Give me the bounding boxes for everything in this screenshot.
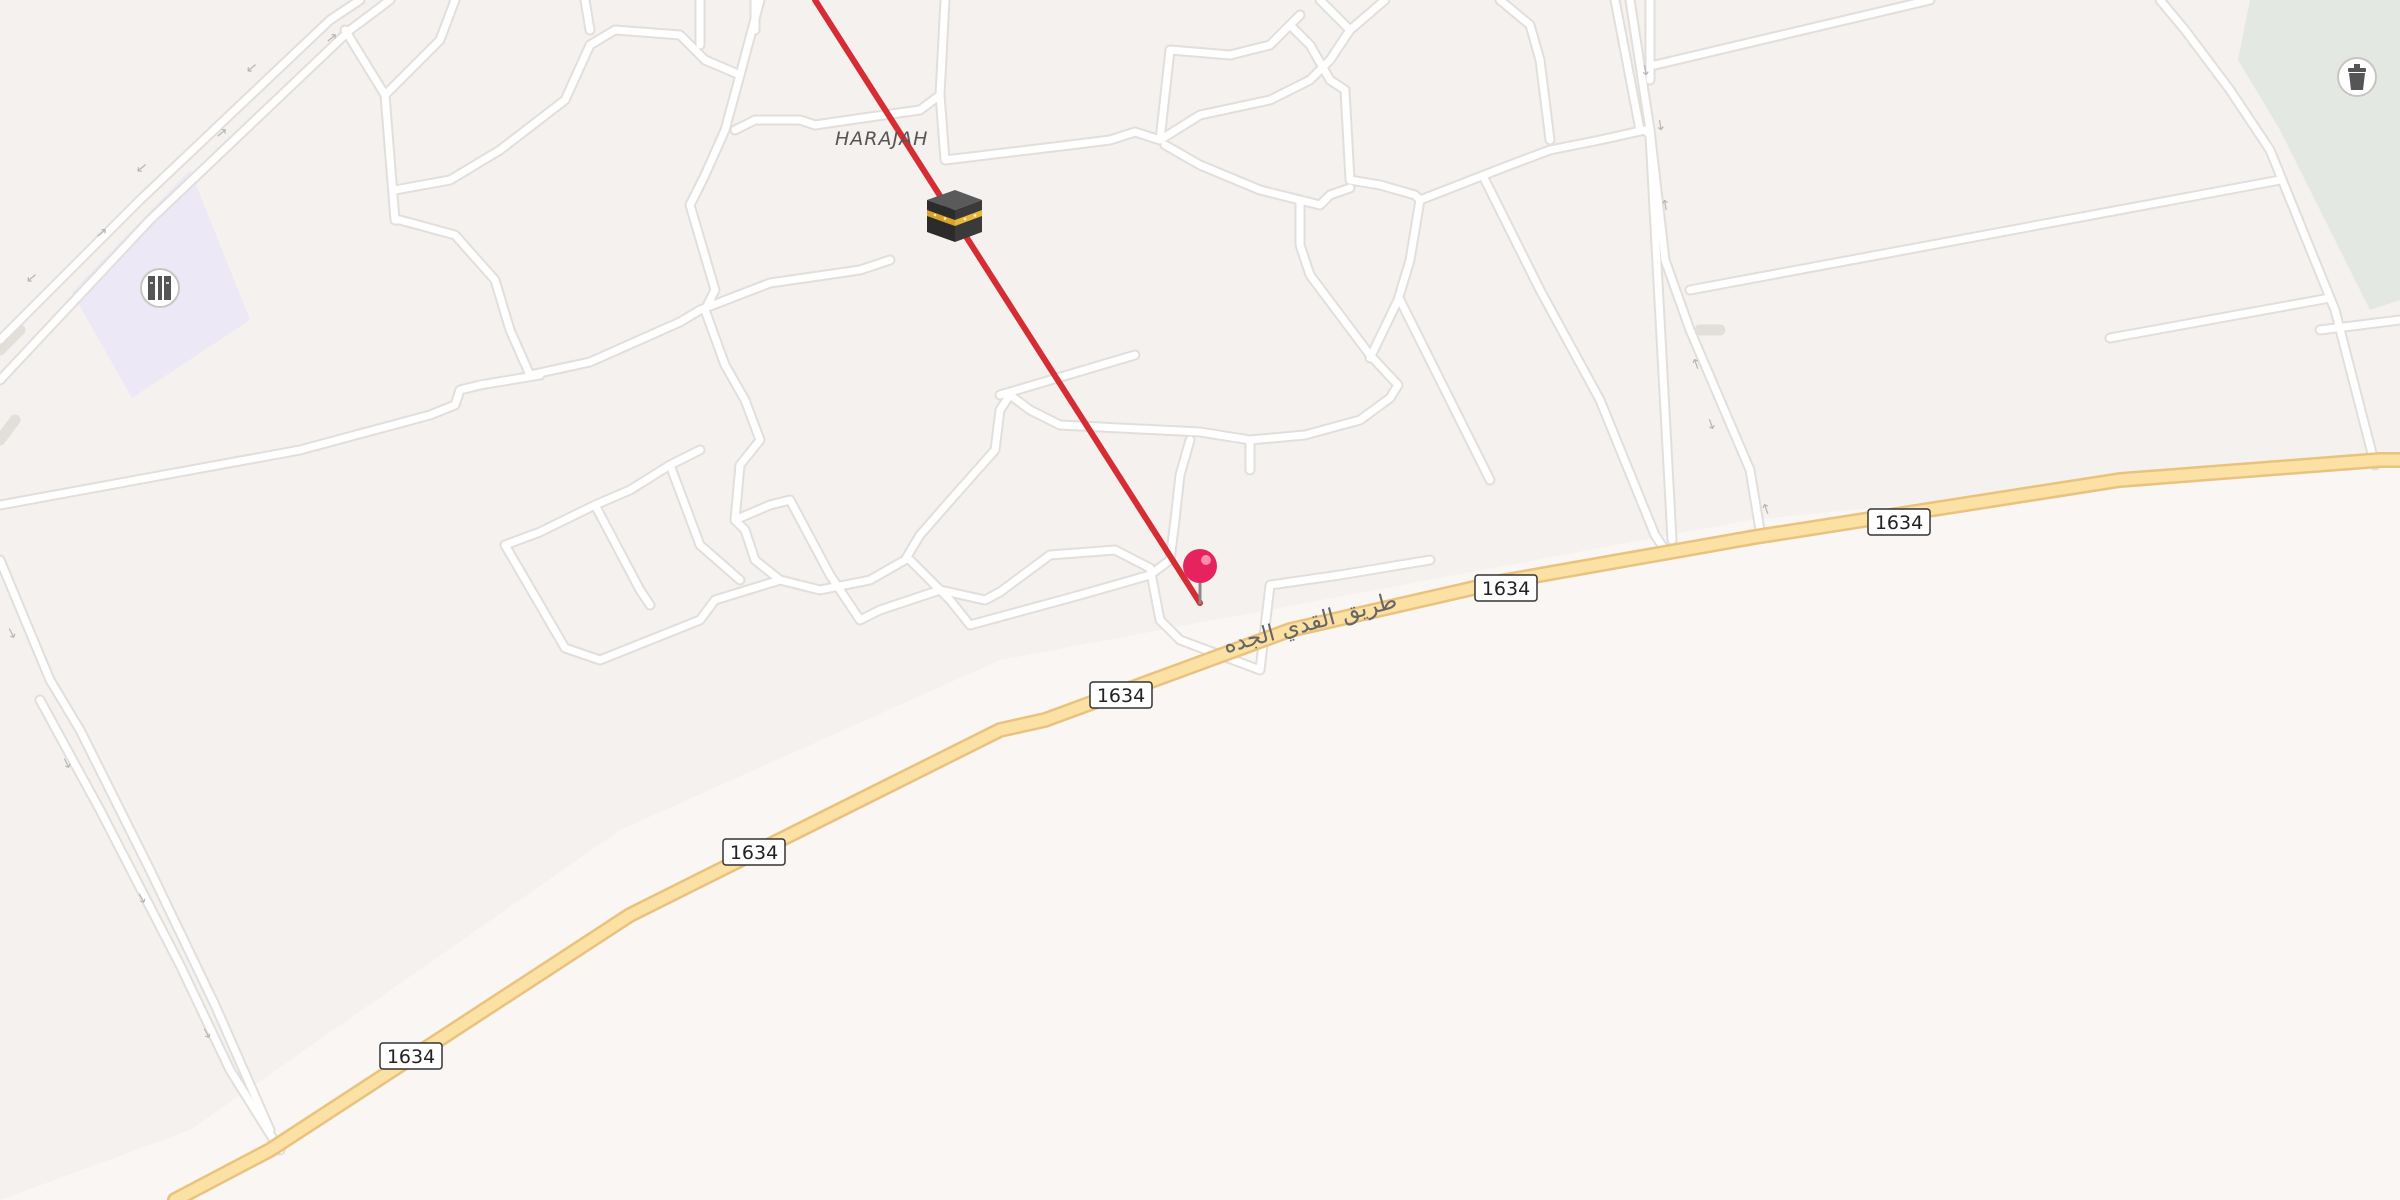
svg-text:1634: 1634 <box>387 1046 435 1068</box>
kaaba-icon[interactable] <box>927 190 982 242</box>
svg-text:1634: 1634 <box>1482 578 1530 600</box>
svg-text:1634: 1634 <box>1875 512 1923 534</box>
place-label[interactable]: HARAJAH <box>835 128 928 150</box>
library-icon[interactable] <box>140 268 180 308</box>
svg-text:1634: 1634 <box>730 842 778 864</box>
svg-text:1634: 1634 <box>1097 685 1145 707</box>
map-canvas[interactable]: ← ← ← → → → → ← → ← → ← → → → → 1634 163… <box>0 0 2400 1200</box>
waste-basket-icon[interactable] <box>2337 57 2377 97</box>
route-shield[interactable]: 1634 <box>1474 574 1538 602</box>
route-shield[interactable]: 1634 <box>1089 681 1153 709</box>
route-shield[interactable]: 1634 <box>722 838 786 866</box>
route-shield[interactable]: 1634 <box>1867 508 1931 536</box>
route-shield[interactable]: 1634 <box>379 1042 443 1070</box>
